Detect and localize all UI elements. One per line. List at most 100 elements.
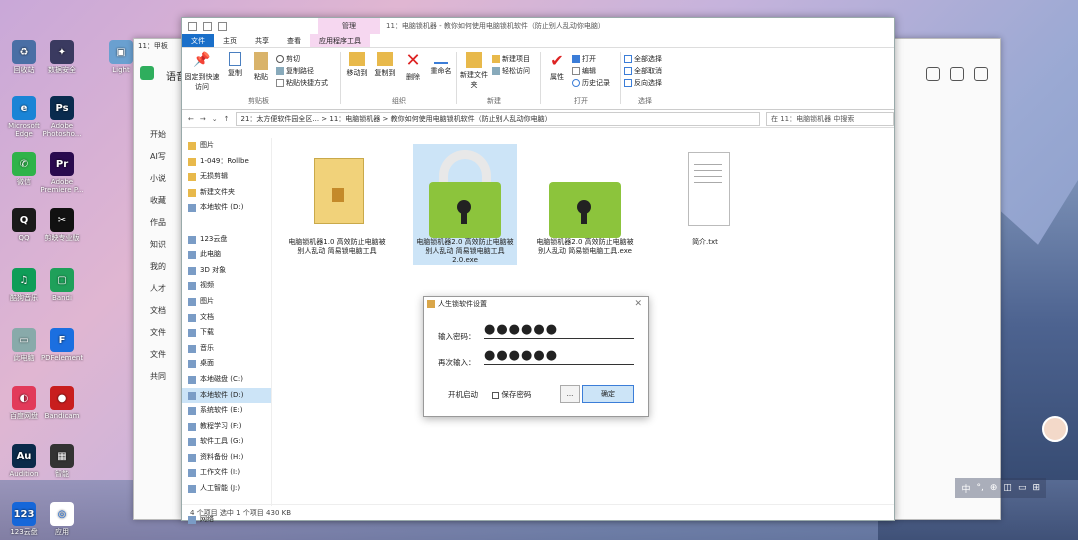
password-input[interactable]: ●●●●●● [484,323,634,339]
nav-item[interactable]: 文档 [182,310,271,326]
sidebar-item[interactable]: 收藏 [144,195,184,217]
forward-arrow-icon[interactable]: → [200,115,206,123]
invert-selection-button[interactable]: 反向选择 [624,78,662,88]
desktop-icon[interactable]: ✦ 数据安全 [40,40,84,82]
tray-icon[interactable]: ◫ [1003,483,1012,493]
desktop-icon[interactable]: ● Bandicam [40,386,84,428]
sidebar-item[interactable]: AI写 [144,151,184,173]
folder-icon[interactable] [218,21,227,31]
file-explorer-window[interactable]: 管理 11：电脑锁机器 - 教你如何使用电脑锁机软件（防止别人乱动你电脑） 文件… [181,17,895,525]
nav-item[interactable]: 视频 [182,278,271,294]
select-none-button[interactable]: 全部取消 [624,66,662,76]
desktop-icon[interactable]: ▢ Bandi [40,268,84,310]
nav-item[interactable]: 图片 [182,294,271,310]
paste-shortcut-button[interactable]: 粘贴快捷方式 [276,78,328,88]
properties-button[interactable]: ✔ 属性 [542,52,572,82]
explorer-titlebar[interactable]: 管理 11：电脑锁机器 - 教你如何使用电脑锁机软件（防止别人乱动你电脑） [182,18,894,34]
browse-button[interactable]: ... [560,385,580,403]
tray-icon[interactable]: ⊕ [990,483,998,493]
nav-item[interactable]: 系统软件 (E:) [182,403,271,419]
desktop-icon[interactable]: ✂ 剪映专业版 [40,208,84,250]
open-button[interactable]: 打开 [572,54,596,64]
new-item-button[interactable]: 新建项目 [492,54,530,64]
nav-item[interactable]: 音乐 [182,341,271,357]
search-input[interactable]: 在 11：电脑锁机器 中搜索 [766,111,894,126]
nav-item[interactable]: 此电脑 [182,247,271,263]
edit-button[interactable]: 编辑 [572,66,596,76]
rename-button[interactable]: 重命名 [426,52,456,76]
ok-button[interactable]: 确定 [582,385,634,403]
back-arrow-icon[interactable]: ← [188,115,194,123]
checkbox-icon[interactable] [203,21,212,31]
sidebar-item[interactable]: 开始 [144,129,184,151]
background-app-tab[interactable]: 11：甲板 [138,41,184,55]
sidebar-item[interactable]: 文件 [144,349,184,371]
sidebar-item[interactable]: 共同 [144,371,184,393]
easy-access-button[interactable]: 轻松访问 [492,66,530,76]
sidebar-item[interactable]: 文件 [144,327,184,349]
tab-app-tools[interactable]: 应用程序工具 [310,34,370,47]
desktop-icon[interactable]: Pr Adobe Premiere P... [40,152,84,194]
confirm-password-input[interactable]: ●●●●●● [484,349,634,365]
tray-icon[interactable]: ⊞ [1032,483,1040,493]
quick-access-icon[interactable] [188,21,197,31]
nav-item[interactable]: 新建文件夹 [182,185,271,201]
sidebar-item[interactable]: 文档 [144,305,184,327]
sidebar-item[interactable]: 知识 [144,239,184,261]
avatar[interactable] [1042,416,1068,442]
password-dialog[interactable]: 人生锁软件设置 ✕ 输入密码： ●●●●●● 再次输入： ●●●●●● 开机启动 … [423,296,649,417]
tray-icon[interactable]: ▭ [1018,483,1027,493]
close-icon[interactable]: ✕ [634,297,642,311]
nav-item[interactable]: 123云盘 [182,232,271,248]
nav-item[interactable]: 软件工具 (G:) [182,434,271,450]
window-icon[interactable] [950,67,964,81]
desktop-icon[interactable]: Ps Adobe Photosho... [40,96,84,138]
address-bar[interactable]: 21：太方便软件园全区... > 11：电脑锁机器 > 教你如何使用电脑锁机软件… [235,111,760,126]
nav-item[interactable]: 下载 [182,325,271,341]
nav-item[interactable]: 本地磁盘 (C:) [182,372,271,388]
tab-share[interactable]: 共享 [246,34,278,47]
desktop-icon[interactable]: ◎ 应用 [40,502,84,540]
nav-item[interactable]: 桌面 [182,356,271,372]
nav-item[interactable]: 无损剪辑 [182,169,271,185]
window-icon[interactable] [974,67,988,81]
nav-item[interactable]: 图片 [182,138,271,154]
save-password-checkbox[interactable]: 保存密码 [492,389,531,400]
nav-item[interactable]: 教程学习 (F:) [182,419,271,435]
nav-item[interactable] [182,216,271,232]
file-item-folder[interactable]: 电脑锁机器1.0 高效防止电脑被别人乱动 简易锁电脑工具 [285,144,389,256]
tray-icon[interactable]: °, [977,483,984,493]
copy-path-button[interactable]: 复制路径 [276,66,314,76]
tray-icon[interactable]: 中 [961,482,970,495]
tab-home[interactable]: 主页 [214,34,246,47]
nav-item[interactable]: 本地软件 (D:) [182,200,271,216]
window-icon[interactable] [926,67,940,81]
manage-tab[interactable]: 管理 [318,18,380,34]
delete-button[interactable]: ✕ 删除 [398,52,428,82]
nav-item[interactable]: 人工智能 (J:) [182,481,271,497]
file-item-txt[interactable]: 简介.txt [653,144,757,247]
nav-item[interactable]: 1-049：Rollbe [182,154,271,170]
sidebar-item[interactable]: 人才 [144,283,184,305]
new-folder-button[interactable]: 新建文件夹 [458,52,490,90]
sidebar-item[interactable]: 小说 [144,173,184,195]
select-all-button[interactable]: 全部选择 [624,54,662,64]
nav-item[interactable]: 资料备份 (H:) [182,450,271,466]
nav-item[interactable]: 本地软件 (D:) [182,387,271,404]
paste-button[interactable]: 粘贴 [246,52,276,82]
move-to-button[interactable]: 移动到 [342,52,372,78]
desktop-icon[interactable]: F PDFelement [40,328,84,370]
cut-button[interactable]: 剪切 [276,54,300,64]
nav-item[interactable]: 工作文件 (I:) [182,465,271,481]
nav-item[interactable]: 3D 对象 [182,263,271,279]
sidebar-item[interactable]: 作品 [144,217,184,239]
desktop-icon[interactable]: ▦ 智能 [40,444,84,486]
tab-file[interactable]: 文件 [182,34,214,47]
copy-to-button[interactable]: 复制到 [370,52,400,78]
sidebar-item[interactable]: 我的 [144,261,184,283]
up-arrow-icon[interactable]: ↑ [224,115,230,123]
file-item-selected[interactable]: 电脑锁机器2.0 高效防止电脑被别人乱动 简易锁电脑工具2.0.exe [413,144,517,265]
chevron-down-icon[interactable]: ⌄ [212,115,218,123]
history-button[interactable]: 历史记录 [572,78,610,88]
pin-button[interactable]: 📌 固定到快速访问 [184,52,220,92]
